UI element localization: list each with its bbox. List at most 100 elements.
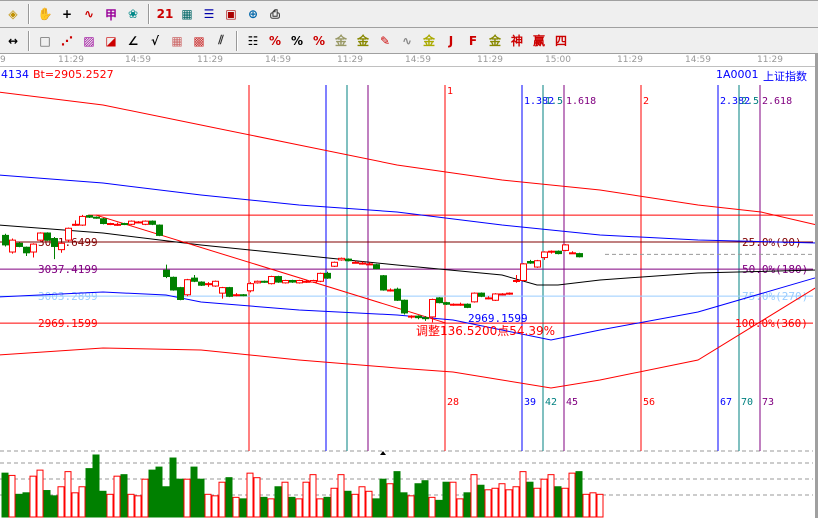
candle-up	[65, 227, 72, 241]
candle-down	[149, 220, 156, 225]
candle-up	[387, 289, 394, 292]
candle-up	[219, 287, 226, 294]
candle-down	[2, 234, 9, 246]
candle-up	[513, 279, 520, 282]
lower-band-red-line	[0, 286, 818, 389]
moving-average-black-line	[0, 224, 818, 286]
fib-time-ratio-label: 2.5	[741, 96, 759, 107]
volume-bar	[106, 493, 114, 518]
candle-up	[310, 279, 317, 283]
volume-bar	[190, 466, 198, 518]
candle-up	[72, 223, 79, 226]
fib-time-count-label: 42	[545, 397, 557, 408]
upper-band-blue-line	[0, 174, 818, 244]
volume-bar	[498, 483, 506, 518]
candle-down	[163, 269, 170, 278]
volume-bar	[36, 469, 44, 518]
fib-time-count-label: 67	[720, 397, 732, 408]
volume-bar	[169, 457, 177, 518]
candle-up	[471, 292, 478, 303]
candle-up	[485, 297, 492, 300]
volume-bar	[92, 454, 100, 518]
candle-down	[324, 272, 331, 279]
candle-down	[289, 279, 296, 283]
candle-down	[121, 223, 128, 226]
volume-bar	[246, 472, 254, 518]
candle-up	[30, 243, 37, 253]
volume-bar	[512, 486, 520, 518]
volume-bar	[155, 466, 163, 518]
candle-up	[408, 315, 415, 318]
volume-bar	[337, 474, 345, 518]
volume-bar	[428, 496, 436, 518]
candle-up	[254, 280, 261, 284]
volume-bar	[253, 477, 261, 518]
candle-up	[268, 276, 275, 285]
volume-bar	[162, 486, 170, 518]
candle-down	[261, 280, 268, 283]
candle-up	[548, 250, 555, 253]
candle-down	[464, 303, 471, 308]
candle-down	[16, 242, 23, 247]
volume-bar	[547, 474, 555, 518]
candle-up	[247, 283, 254, 292]
candle-up	[58, 242, 65, 251]
volume-bar	[589, 492, 597, 518]
candle-down	[170, 276, 177, 291]
volume-bar	[43, 490, 51, 518]
volume-bar	[309, 474, 317, 518]
volume-bar	[239, 498, 247, 518]
volume-bar	[141, 478, 149, 518]
volume-bar	[519, 471, 527, 518]
volume-bar	[323, 496, 331, 518]
candle-down	[51, 238, 58, 247]
candle-down	[394, 288, 401, 301]
volume-bar	[232, 496, 240, 518]
volume-bar	[50, 495, 58, 518]
candle-up	[359, 262, 366, 265]
fib-time-count-label: 73	[762, 397, 774, 408]
security-name: 上证指数	[763, 70, 807, 83]
volume-bar	[421, 480, 429, 518]
candle-down	[527, 261, 534, 264]
candle-up	[520, 263, 527, 281]
retracement-label: 调整136.5200点54.39%	[416, 323, 555, 338]
volume-bar	[57, 486, 65, 518]
volume-bar	[113, 475, 121, 518]
volume-bar	[281, 481, 289, 518]
volume-bar	[358, 486, 366, 518]
volume-bar	[379, 478, 387, 518]
candle-up	[296, 279, 303, 284]
candle-down	[23, 246, 30, 254]
candle-up	[569, 252, 576, 255]
candle-up	[317, 272, 324, 282]
candle-up	[366, 263, 373, 266]
candle-up	[212, 280, 219, 287]
level-price-label: 2969.1599	[38, 317, 98, 330]
level-percent-label: 100.0%(360)	[735, 317, 808, 330]
volume-bar	[29, 475, 37, 518]
volume-bar	[393, 471, 401, 518]
candle-up	[205, 283, 212, 286]
candle-up	[534, 260, 541, 268]
candle-up	[79, 215, 86, 226]
volume-bar	[176, 478, 184, 518]
candle-down	[93, 216, 100, 219]
volume-bar	[484, 489, 492, 518]
volume-bar	[540, 478, 548, 518]
volume-bar	[260, 496, 268, 518]
candle-up	[9, 239, 16, 253]
volume-bar	[1, 472, 9, 518]
candle-up	[457, 303, 464, 306]
candle-up	[352, 261, 359, 264]
volume-bar	[211, 495, 219, 518]
volume-bar	[575, 471, 583, 518]
candle-down	[191, 277, 198, 282]
volume-bar	[582, 493, 590, 518]
candle-up	[506, 292, 513, 295]
candle-up	[114, 223, 121, 226]
candle-up	[499, 293, 506, 296]
volume-bar	[414, 483, 422, 518]
candle-down	[86, 215, 93, 218]
fib-time-ratio-label: 2.618	[762, 96, 792, 107]
